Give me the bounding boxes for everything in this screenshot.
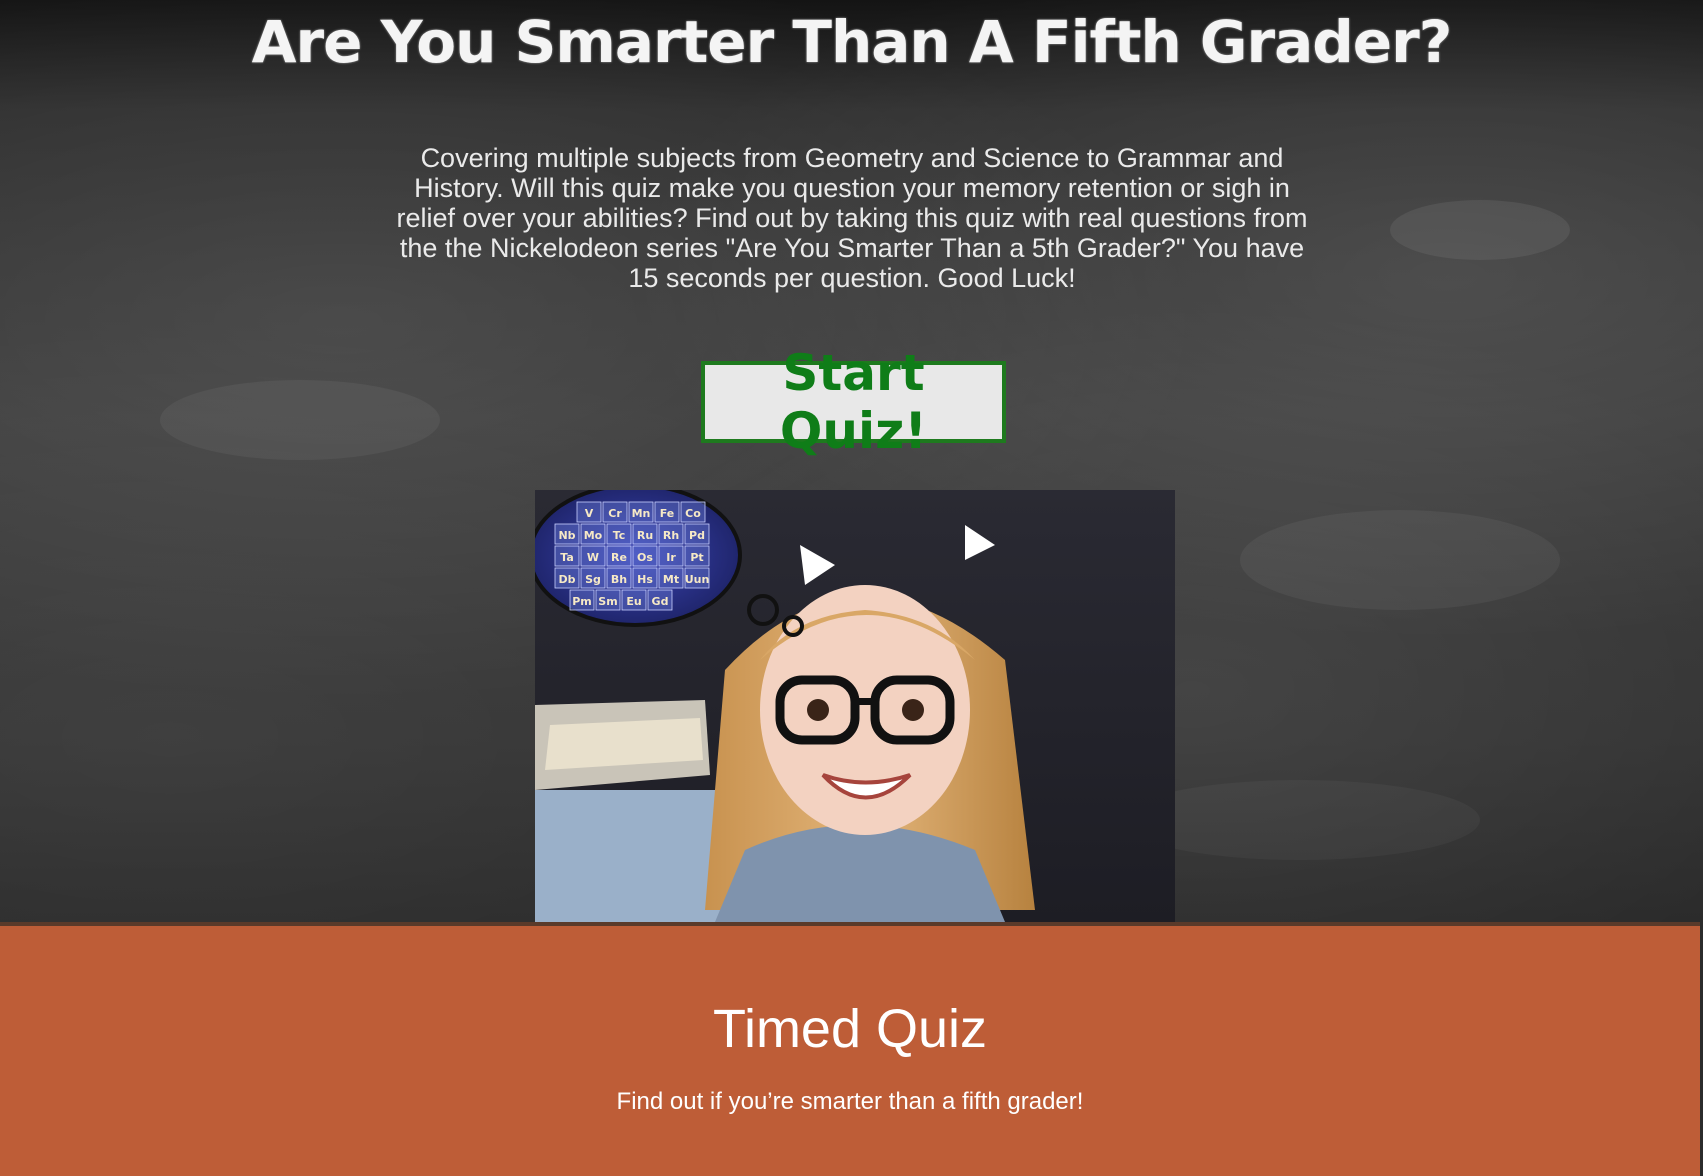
periodic-symbol: Bh	[611, 573, 627, 586]
periodic-symbol: Re	[611, 551, 627, 564]
periodic-symbol: Rh	[663, 529, 679, 542]
periodic-symbol: W	[587, 551, 599, 564]
periodic-symbol: Hs	[637, 573, 653, 586]
periodic-symbol: Eu	[626, 595, 641, 608]
periodic-symbol: Fe	[660, 507, 675, 520]
footer-banner: Timed Quiz Find out if you’re smarter th…	[0, 922, 1700, 1176]
periodic-symbol: Gd	[652, 595, 669, 608]
periodic-symbol: Nb	[558, 529, 575, 542]
periodic-symbol: Db	[558, 573, 575, 586]
periodic-symbol: Mn	[632, 507, 651, 520]
periodic-symbol: Ir	[666, 551, 676, 564]
start-quiz-button[interactable]: Start Quiz!	[701, 344, 1006, 460]
quiz-description: Covering multiple subjects from Geometry…	[396, 143, 1308, 293]
chalkboard-background: Are You Smarter Than A Fifth Grader? Cov…	[0, 0, 1703, 922]
periodic-symbol: Cr	[608, 507, 622, 520]
periodic-symbol: Os	[637, 551, 653, 564]
footer-title: Timed Quiz	[712, 999, 988, 1059]
periodic-symbol: Ru	[637, 529, 653, 542]
periodic-symbol: V	[585, 507, 594, 520]
periodic-symbol: Pm	[572, 595, 592, 608]
periodic-symbol: Mt	[663, 573, 679, 586]
girl-with-glasses-illustration: V Cr Mn Fe Co Nb Mo Tc Ru Rh Pd Ta W Re Os Ir Pt Db Sg Bh Hs…	[535, 490, 1175, 922]
periodic-symbol: Tc	[613, 529, 626, 542]
periodic-symbol: Sm	[598, 595, 617, 608]
periodic-symbol: Pt	[690, 551, 703, 564]
periodic-symbol: Pd	[689, 529, 705, 542]
footer-subtitle: Find out if you’re smarter than a fifth …	[616, 1088, 1084, 1115]
periodic-symbol: Uun	[685, 573, 710, 586]
periodic-symbol: Mo	[584, 529, 603, 542]
page-title: Are You Smarter Than A Fifth Grader?	[251, 8, 1453, 76]
hero-image: V Cr Mn Fe Co Nb Mo Tc Ru Rh Pd Ta W Re Os Ir Pt Db Sg Bh Hs…	[535, 490, 1175, 922]
periodic-symbol: Ta	[560, 551, 574, 564]
periodic-symbol: Co	[685, 507, 701, 520]
periodic-symbol: Sg	[585, 573, 601, 586]
